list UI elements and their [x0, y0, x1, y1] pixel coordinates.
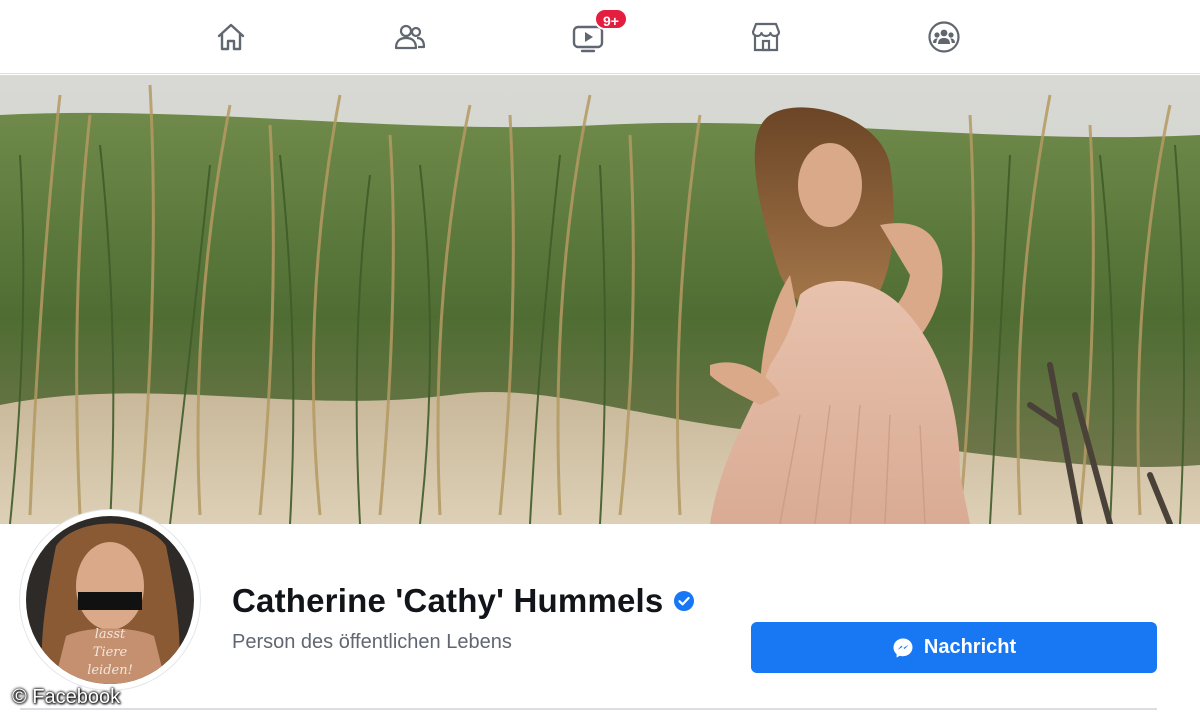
store-icon	[751, 22, 781, 52]
top-navigation: 9+	[0, 0, 1200, 74]
friends-icon	[394, 24, 426, 50]
verified-check-icon	[674, 591, 695, 611]
avatar-caption-line-2: Tiere	[93, 645, 128, 660]
message-button-label: Nachricht	[923, 636, 1017, 658]
nav-friends[interactable]	[350, 0, 470, 74]
nav-groups[interactable]	[884, 0, 1004, 74]
cover-photo-image	[0, 75, 1200, 524]
nav-marketplace[interactable]	[706, 0, 826, 74]
profile-name: Catherine 'Cathy' Hummels	[232, 582, 664, 619]
home-icon	[217, 23, 245, 51]
message-button[interactable]: Nachricht	[751, 622, 1157, 673]
avatar-caption-line-3: leiden!	[87, 663, 133, 678]
avatar-caption-line-1: lasst	[95, 627, 126, 642]
nav-home[interactable]	[171, 0, 291, 74]
cover-photo	[0, 75, 1200, 524]
groups-icon	[928, 21, 960, 53]
divider	[20, 708, 1157, 710]
messenger-icon	[893, 638, 913, 657]
profile-avatar[interactable]: lasst Tiere leiden!	[20, 510, 200, 690]
image-credit: © Facebook	[12, 686, 121, 708]
nav-watch[interactable]: 9+	[528, 0, 648, 74]
profile-name-row: Catherine 'Cathy' Hummels	[232, 582, 695, 620]
profile-category: Person des öffentlichen Lebens	[232, 631, 512, 653]
notification-badge: 9+	[594, 8, 628, 30]
avatar-image: lasst Tiere leiden!	[26, 516, 194, 684]
